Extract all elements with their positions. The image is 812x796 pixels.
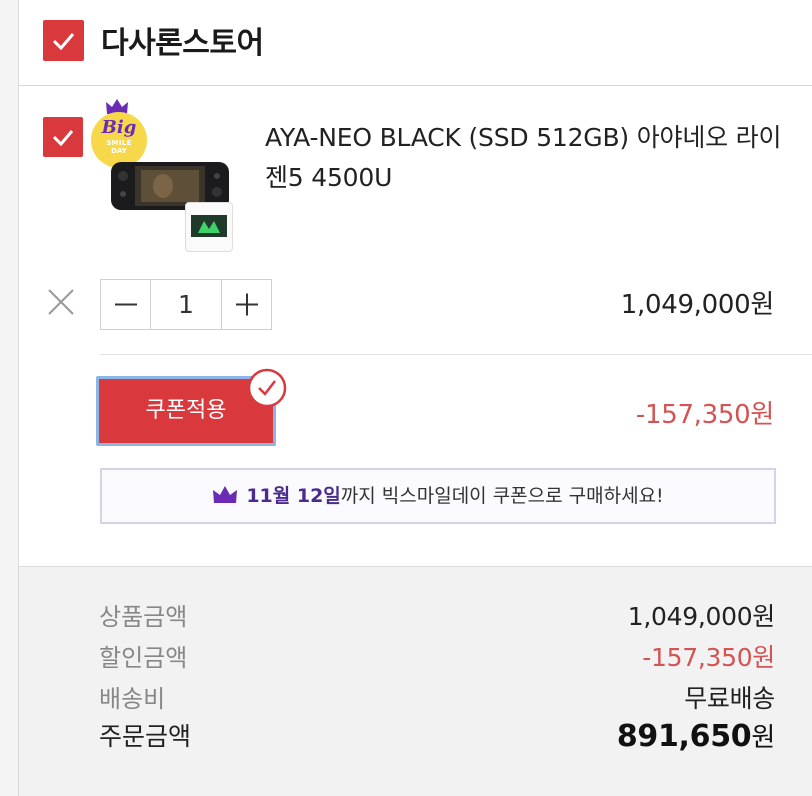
shipping-value: 무료배송	[684, 684, 775, 713]
promo-banner[interactable]: 11월 12일까지 빅스마일데이 쿠폰으로 구매하세요!	[100, 468, 776, 524]
store-name[interactable]: 다사론스토어	[101, 18, 264, 62]
shipping-label: 배송비	[99, 685, 166, 713]
summary-row-total: 주문금액 891,650원	[99, 717, 775, 757]
total-unit: 원	[751, 723, 775, 753]
cart-panel: 다사론스토어 Big SMILE DAY AYA-NEO BLACK (SSD …	[18, 0, 812, 796]
total-amount: 891,650	[616, 719, 752, 754]
total-value: 891,650원	[617, 717, 775, 754]
promo-date: 11월 12일	[246, 485, 341, 507]
discount-amount-label: 할인금액	[99, 644, 188, 672]
decrease-button[interactable]	[101, 280, 151, 329]
product-name[interactable]: AYA-NEO BLACK (SSD 512GB) 아야네오 라이젠5 4500…	[265, 118, 785, 198]
badge-big-text: Big	[101, 117, 137, 138]
increase-button[interactable]	[221, 280, 271, 329]
badge-smile-text: SMILE	[106, 139, 132, 147]
summary-row-product: 상품금액 1,049,000원	[99, 597, 775, 637]
ssd-thumbnail	[185, 202, 233, 252]
product-amount-value: 1,049,000원	[627, 602, 776, 631]
quantity-value[interactable]: 1	[151, 280, 221, 329]
summary-row-shipping: 배송비 무료배송	[99, 679, 775, 719]
promo-text: 까지 빅스마일데이 쿠폰으로 구매하세요!	[340, 485, 664, 507]
check-icon	[52, 33, 75, 51]
product-amount-label: 상품금액	[99, 603, 188, 631]
order-summary: 상품금액 1,049,000원 할인금액 -157,350원 배송비 무료배송 …	[19, 566, 812, 796]
product-thumbnail[interactable]: Big SMILE DAY	[91, 98, 241, 258]
divider	[100, 354, 812, 355]
close-icon[interactable]	[47, 288, 75, 316]
summary-row-discount: 할인금액 -157,350원	[99, 638, 775, 678]
crown-icon	[213, 486, 238, 503]
check-icon	[52, 130, 74, 147]
minus-icon	[115, 303, 137, 306]
item-checkbox[interactable]	[43, 117, 83, 157]
store-header: 다사론스토어	[19, 0, 812, 86]
store-checkbox[interactable]	[43, 20, 84, 61]
discount-amount-value: -157,350원	[642, 643, 775, 672]
item-price: 1,049,000원	[620, 290, 775, 320]
item-discount: -157,350원	[635, 400, 774, 430]
quantity-stepper: 1	[100, 279, 272, 330]
badge-day-text: DAY	[111, 147, 127, 155]
plus-icon	[236, 293, 258, 316]
check-circle-icon	[247, 368, 287, 408]
total-label: 주문금액	[99, 722, 192, 751]
